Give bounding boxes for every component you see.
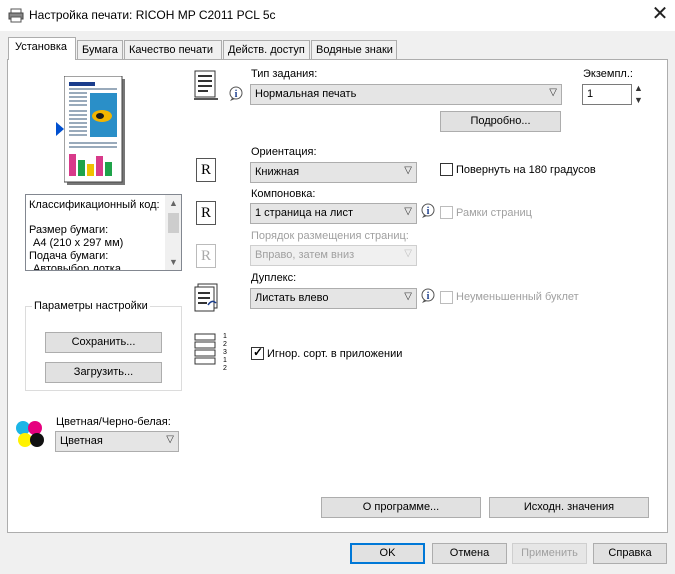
job-type-icon [194, 70, 218, 100]
close-icon: ✕ [651, 3, 669, 25]
copy-digit: 1 [223, 357, 227, 364]
copy-digit: 2 [223, 341, 227, 348]
page-order-value: Вправо, затем вниз [255, 249, 355, 261]
job-type-select[interactable]: Нормальная печать ▽ [250, 84, 562, 105]
collate-icon: 1 2 3 1 2 [194, 333, 227, 372]
chevron-down-icon: ▽ [166, 434, 174, 445]
booklet-label: Неуменьшенный буклет [456, 291, 579, 303]
close-button[interactable]: ✕ [648, 3, 672, 27]
copies-up-icon[interactable]: ▲ [634, 83, 643, 93]
divider [187, 137, 650, 138]
title-bar: Настройка печати: RICOH MP C2011 PCL 5c … [0, 0, 675, 31]
copy-digit: 3 [223, 349, 227, 356]
info-icon[interactable]: i [421, 288, 437, 304]
duplex-label: Дуплекс: [251, 272, 297, 284]
color-value: Цветная [60, 435, 103, 447]
booklet-checkbox[interactable] [440, 291, 453, 304]
page-order-label: Порядок размещения страниц: [251, 230, 409, 242]
info-line: А4 (210 x 297 мм) [33, 237, 124, 249]
scroll-down-icon[interactable]: ▼ [169, 257, 178, 267]
job-type-value: Нормальная печать [255, 88, 357, 100]
apply-button[interactable]: Применить [512, 543, 587, 564]
chevron-down-icon: ▽ [404, 291, 412, 302]
page-order-icon: R [196, 244, 216, 268]
duplex-value: Листать влево [255, 292, 329, 304]
tab-print-quality[interactable]: Качество печати [124, 40, 222, 59]
chevron-down-icon: ▽ [549, 87, 557, 98]
orientation-value: Книжная [255, 166, 300, 178]
layout-icon: R [196, 201, 216, 225]
copy-digit: 2 [223, 365, 227, 372]
tab-paper[interactable]: Бумага [77, 40, 123, 59]
load-button[interactable]: Загрузить... [45, 362, 162, 383]
layout-select[interactable]: 1 страница на лист ▽ [250, 203, 417, 224]
chevron-down-icon: ▽ [404, 165, 412, 176]
duplex-icon [194, 283, 218, 312]
layout-value: 1 страница на лист [255, 207, 353, 219]
svg-text:i: i [427, 206, 430, 217]
orientation-icon: R [196, 158, 216, 182]
info-line: Подача бумаги: [29, 250, 109, 262]
duplex-select[interactable]: Листать влево ▽ [250, 288, 417, 309]
rotate-checkbox[interactable] [440, 163, 453, 176]
layout-label: Компоновка: [251, 188, 316, 200]
printer-icon [8, 8, 24, 23]
info-listbox[interactable]: Классификационный код: Размер бумаги: А4… [25, 194, 182, 271]
copy-digit: 1 [223, 333, 227, 340]
cancel-button[interactable]: Отмена [432, 543, 507, 564]
color-mode-icon [16, 421, 44, 447]
scroll-up-icon[interactable]: ▲ [169, 198, 178, 208]
divider [32, 479, 650, 480]
orientation-select[interactable]: Книжная ▽ [250, 162, 417, 183]
help-button[interactable]: Справка [593, 543, 667, 564]
about-button[interactable]: О программе... [321, 497, 481, 518]
collate-checkbox[interactable] [251, 345, 264, 360]
window-title: Настройка печати: RICOH MP C2011 PCL 5c [29, 8, 276, 22]
color-select[interactable]: Цветная ▽ [55, 431, 179, 452]
settings-group-title: Параметры настройки [32, 300, 150, 312]
info-line: Размер бумаги: [29, 224, 109, 236]
svg-text:i: i [235, 89, 238, 100]
page-order-select[interactable]: Вправо, затем вниз ▽ [250, 245, 417, 266]
collate-label: Игнор. сорт. в приложении [267, 348, 403, 360]
tab-access[interactable]: Действ. доступ [223, 40, 310, 59]
info-icon[interactable]: i [421, 203, 437, 219]
page-preview [64, 76, 125, 185]
info-icon[interactable]: i [229, 86, 245, 102]
chevron-down-icon: ▽ [404, 248, 412, 259]
info-header: Классификационный код: [29, 199, 160, 211]
copies-label: Экземпл.: [583, 68, 633, 80]
color-label: Цветная/Черно-белая: [56, 416, 171, 428]
frames-checkbox[interactable] [440, 206, 453, 219]
defaults-button[interactable]: Исходн. значения [489, 497, 649, 518]
chevron-down-icon: ▽ [404, 206, 412, 217]
divider [187, 322, 650, 323]
details-button[interactable]: Подробно... [440, 111, 561, 132]
tab-setup[interactable]: Установка [8, 37, 76, 60]
orientation-label: Ориентация: [251, 146, 317, 158]
copies-down-icon[interactable]: ▼ [634, 95, 643, 105]
rotate-label: Повернуть на 180 градусов [456, 164, 596, 176]
svg-text:i: i [427, 291, 430, 302]
scroll-thumb[interactable] [168, 213, 179, 233]
ok-button[interactable]: OK [350, 543, 425, 564]
save-button[interactable]: Сохранить... [45, 332, 162, 353]
frames-label: Рамки страниц [456, 207, 532, 219]
info-scrollbar[interactable]: ▲ ▼ [165, 195, 181, 270]
job-type-label: Тип задания: [251, 68, 318, 80]
copies-input[interactable]: 1 [582, 84, 632, 105]
tab-watermarks[interactable]: Водяные знаки [311, 40, 397, 59]
info-line: Автовыбор лотка [33, 263, 121, 271]
